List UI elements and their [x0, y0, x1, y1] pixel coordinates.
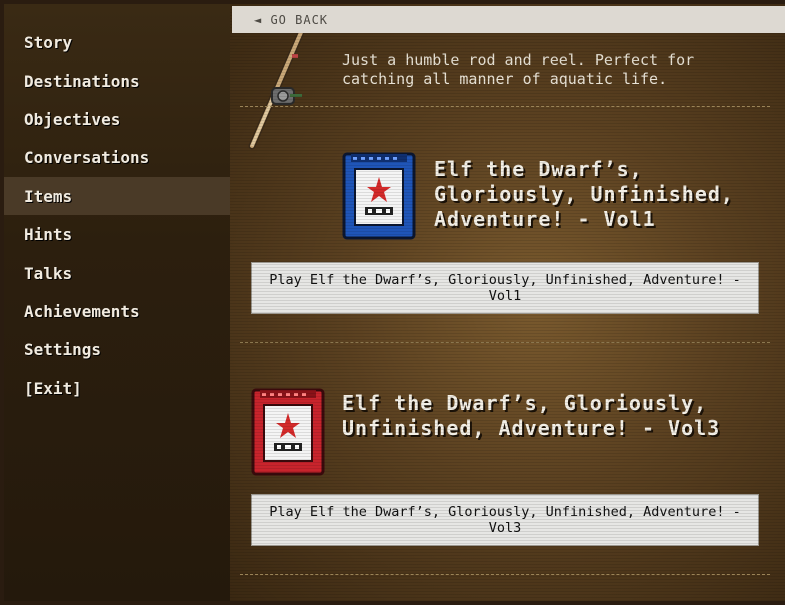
sidebar-item-label: Story: [24, 32, 73, 52]
sidebar-item-achievements[interactable]: Achievements: [4, 292, 230, 330]
sidebar-item-label: Hints: [24, 224, 73, 244]
divider: [240, 106, 770, 107]
sidebar-item-label: Achievements: [24, 301, 140, 321]
divider: [240, 574, 770, 575]
play-vol1-button[interactable]: Play Elf the Dwarf’s, Gloriously, Unfini…: [251, 262, 759, 314]
sidebar-item-settings[interactable]: Settings: [4, 330, 230, 368]
sidebar-item-hints[interactable]: Hints: [4, 215, 230, 253]
red-cartridge-icon: [251, 388, 325, 476]
vol3-title: Elf the Dwarf’s, Gloriously, Unfinished,…: [342, 391, 721, 440]
sidebar-item-items[interactable]: Items: [4, 177, 230, 215]
sidebar-item-story[interactable]: Story: [4, 23, 230, 61]
fishing-rod-icon: [248, 24, 316, 150]
rod-description: Just a humble rod and reel. Perfect for …: [342, 51, 695, 88]
sidebar-item-exit[interactable]: [Exit]: [4, 369, 230, 407]
sidebar-item-label: [Exit]: [24, 378, 82, 398]
sidebar-item-label: Objectives: [24, 109, 121, 129]
blue-cartridge-icon: [342, 152, 416, 240]
sidebar-item-label: Settings: [24, 339, 102, 359]
sidebar-item-label: Destinations: [24, 71, 140, 91]
top-bar: ◄ GO BACK: [232, 6, 785, 33]
sidebar-item-talks[interactable]: Talks: [4, 254, 230, 292]
sidebar-item-label: Talks: [24, 263, 73, 283]
go-back-button[interactable]: ◄ GO BACK: [254, 13, 328, 27]
items-panel[interactable]: ◄ GO BACK Just a humble rod and reel. Pe…: [230, 4, 785, 601]
sidebar-item-label: Items: [24, 186, 73, 206]
sidebar-item-label: Conversations: [24, 147, 150, 167]
vol1-title: Elf the Dwarf’s, Gloriously, Unfinished,…: [434, 157, 734, 231]
sidebar-item-conversations[interactable]: Conversations: [4, 138, 230, 176]
divider: [240, 342, 770, 343]
sidebar-item-objectives[interactable]: Objectives: [4, 100, 230, 138]
game-window: Story Destinations Objectives Conversati…: [4, 4, 785, 601]
sidebar-menu: Story Destinations Objectives Conversati…: [4, 4, 230, 601]
play-vol3-button[interactable]: Play Elf the Dwarf’s, Gloriously, Unfini…: [251, 494, 759, 546]
sidebar-item-destinations[interactable]: Destinations: [4, 62, 230, 100]
